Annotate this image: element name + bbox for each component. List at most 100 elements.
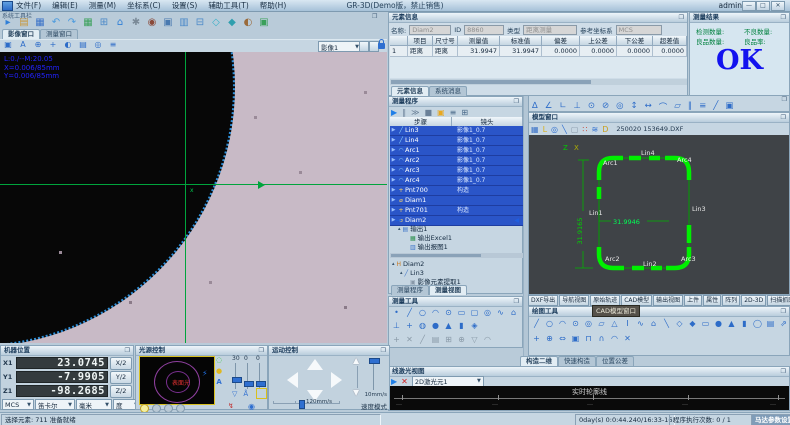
tab-构造二维[interactable]: 构造二维 (520, 356, 558, 366)
plane-tool[interactable]: ⊥ (392, 321, 401, 330)
expand-icon[interactable]: ⊞ (461, 108, 468, 117)
tree-expander-icon[interactable]: ▴ (398, 225, 401, 234)
cylinder-draw-icon[interactable]: ▮ (740, 319, 749, 328)
program-insert-marker[interactable]: → ◀ (390, 216, 523, 225)
layout-icon[interactable]: ⊟ (194, 17, 206, 29)
cap-icon[interactable]: ∩ (597, 334, 606, 343)
monitor-icon[interactable]: ▣ (162, 17, 174, 29)
diamond-draw-icon[interactable]: ◇ (675, 319, 684, 328)
cad-button-2D-3D[interactable]: 2D-3D (741, 295, 766, 306)
zoom-icon[interactable]: ◎ (93, 40, 103, 49)
tab-元素信息[interactable]: 元素信息 (391, 86, 429, 96)
half-position-button[interactable]: Y/2 (110, 371, 132, 384)
frame-icon[interactable]: ▣ (571, 334, 580, 343)
construct-arc-tool[interactable]: ◠ (483, 335, 492, 344)
tab-测量窗口[interactable]: 测量窗口 (40, 29, 78, 39)
light-slider-handle[interactable] (244, 381, 254, 387)
crosshair-icon[interactable]: ⊕ (33, 40, 43, 49)
pin-icon[interactable]: ❐ (381, 346, 386, 355)
z-down-button[interactable]: ▼ (353, 388, 359, 397)
toolbar-pin-icon[interactable]: ❐ (372, 13, 377, 20)
ring-light-icon[interactable]: ◌ (216, 356, 222, 364)
construct-window-tool[interactable]: ⊞ (444, 335, 453, 344)
jog-left-button[interactable] (287, 372, 298, 388)
dxf-icon[interactable]: D (602, 125, 608, 134)
pin-icon[interactable]: ❐ (781, 307, 786, 316)
detail-item-Lin3[interactable]: ▴╱Lin3 (390, 269, 523, 278)
measure-icon[interactable]: + (48, 40, 58, 49)
sphere-draw-icon[interactable]: ● (714, 319, 723, 328)
motor-params-button[interactable]: 马达参数设置 (751, 414, 790, 425)
program-step-Arc2[interactable]: ▶◠Arc2影像1_0.7 (390, 156, 523, 166)
pin-icon[interactable]: ❐ (514, 97, 519, 106)
home-icon[interactable]: ⌂ (114, 17, 126, 29)
cad-button-输出视图[interactable]: 输出视图 (653, 295, 683, 306)
circle2-draw-icon[interactable]: ◯ (753, 319, 762, 328)
field-value-3[interactable]: 距离测量 (523, 25, 577, 35)
move-icon[interactable]: + (532, 334, 541, 343)
redo-icon[interactable]: ↷ (66, 17, 78, 29)
ellipse-draw-icon[interactable]: ⊙ (571, 319, 580, 328)
save-icon[interactable]: ▦ (531, 125, 539, 134)
tab-位置公差[interactable]: 位置公差 (596, 356, 634, 366)
fit-icon[interactable]: ◎ (551, 125, 558, 134)
column-header-标准值[interactable]: 标准值 (500, 36, 542, 46)
pin-icon[interactable]: ❐ (125, 346, 130, 355)
minimize-button[interactable]: — (742, 1, 756, 11)
trim-icon[interactable]: ✕ (623, 334, 632, 343)
jog-right-button[interactable] (331, 372, 342, 388)
rect-draw-icon[interactable]: ▭ (701, 319, 710, 328)
pin-icon[interactable]: ❐ (259, 346, 264, 355)
focus-icon[interactable]: Å (243, 390, 248, 398)
stop-icon[interactable]: ■ (425, 108, 433, 117)
construct-cross-tool[interactable]: ✕ (405, 335, 414, 344)
funnel-icon[interactable]: ▽ (232, 390, 237, 398)
polygon-tool[interactable]: ⌂ (509, 308, 518, 317)
coord-select-1[interactable]: MCS▼ (2, 399, 34, 410)
column-header-项目[interactable]: 项目 (408, 36, 433, 46)
lamp-icon[interactable]: ● (216, 367, 222, 375)
program-step-Pnt700[interactable]: ▶+Pnt700构造 (390, 186, 523, 196)
speed-slider-handle[interactable] (369, 358, 380, 364)
bridge-icon[interactable]: ⊓ (584, 334, 593, 343)
column-header-测量值[interactable]: 测量值 (458, 36, 500, 46)
gear-icon[interactable]: ✱ (130, 17, 142, 29)
delete-icon[interactable]: ✕ (401, 377, 408, 386)
lock-icon[interactable]: ▣ (437, 108, 445, 117)
column-header-尺寸号[interactable]: 尺寸号 (433, 36, 458, 46)
pin-icon[interactable]: ❐ (781, 13, 786, 22)
program-step-Lin4[interactable]: ▶╱Lin4影像1_0.7 (390, 136, 523, 146)
column-header-偏差[interactable]: 偏差 (542, 36, 580, 46)
open-icon[interactable]: ▤ (18, 17, 30, 29)
feed-slider-handle[interactable] (299, 400, 305, 409)
line-draw-icon[interactable]: ╱ (532, 319, 541, 328)
calibrate-icon[interactable]: ▣ (258, 17, 270, 29)
tab-系统消息[interactable]: 系统消息 (429, 86, 467, 96)
tab-影像窗口[interactable]: 影像窗口 (2, 29, 40, 39)
select-box-icon[interactable]: ▢ (571, 125, 579, 134)
cone-tool[interactable]: ▲ (444, 321, 453, 330)
pin-icon[interactable]: ❐ (514, 297, 519, 306)
arc-tool[interactable]: ◠ (431, 308, 440, 317)
pen-icon[interactable]: ╲ (562, 125, 567, 134)
curve-tool[interactable]: ∿ (496, 308, 505, 317)
ring-tool[interactable]: ◎ (483, 308, 492, 317)
half-position-button[interactable]: X/2 (110, 357, 132, 370)
sphere-tool[interactable]: ◍ (418, 321, 427, 330)
column-header-index[interactable] (390, 36, 408, 46)
contrast-icon[interactable]: ◐ (63, 40, 73, 49)
triangle-draw-icon[interactable]: △ (610, 319, 619, 328)
table-scrollbar[interactable] (390, 79, 687, 85)
stretch-icon[interactable]: ⇔ (558, 334, 567, 343)
offset-icon[interactable]: ⊕ (545, 334, 554, 343)
column-header-下公差[interactable]: 下公差 (617, 36, 653, 46)
run-icon[interactable]: ▸ (2, 17, 14, 29)
polygon-draw-icon[interactable]: ⌂ (649, 319, 658, 328)
construct-line-tool[interactable]: ╱ (418, 335, 427, 344)
program-scrollbar[interactable] (390, 253, 523, 258)
program-step-Arc4[interactable]: ▶◠Arc4影像1_0.7 (390, 176, 523, 186)
rotate-draw-icon[interactable]: ⇗ (779, 319, 788, 328)
construct-funnel-tool[interactable]: ▽ (470, 335, 479, 344)
circle-draw-icon[interactable]: ○ (545, 319, 554, 328)
select-icon[interactable]: ▣ (3, 40, 13, 49)
